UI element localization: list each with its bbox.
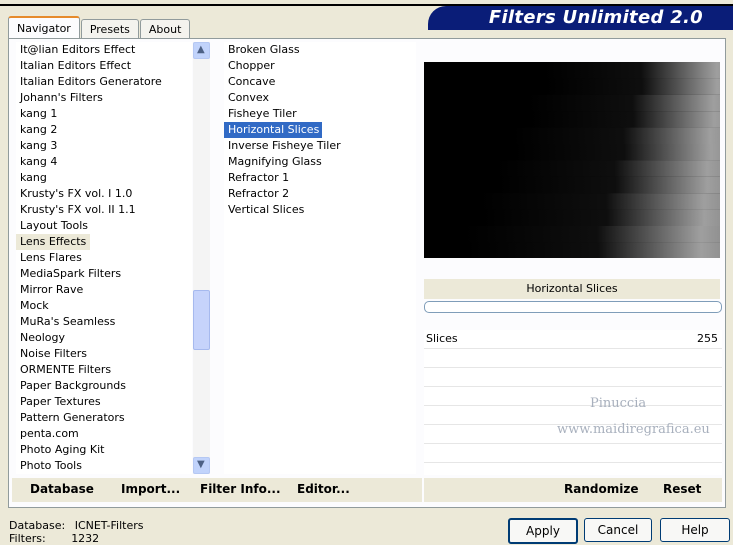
empty-row [424, 444, 722, 463]
filter-item[interactable]: Vertical Slices [224, 202, 416, 218]
category-item[interactable]: kang 3 [16, 138, 192, 154]
chevron-up-icon: ▲ [197, 44, 205, 55]
category-item[interactable]: Krusty's FX vol. II 1.1 [16, 202, 192, 218]
filter-item[interactable]: Refractor 2 [224, 186, 416, 202]
category-item[interactable]: Paper Textures [16, 394, 192, 410]
category-item[interactable]: Pattern Generators [16, 410, 192, 426]
tab-presets[interactable]: Presets [80, 19, 139, 39]
category-item[interactable]: Mock [16, 298, 192, 314]
category-item[interactable]: kang 1 [16, 106, 192, 122]
filter-item[interactable]: Inverse Fisheye Tiler [224, 138, 416, 154]
category-item[interactable]: MuRa's Seamless [16, 314, 192, 330]
category-scrollbar[interactable]: ▲ ▼ [193, 42, 210, 474]
randomize-button[interactable]: Randomize [564, 482, 638, 496]
editor-button[interactable]: Editor... [297, 482, 350, 496]
preview-slice [498, 176, 720, 194]
filter-item[interactable]: Concave [224, 74, 416, 90]
empty-row [424, 387, 722, 406]
filter-item[interactable]: Convex [224, 90, 416, 106]
filters-value: 1232 [71, 532, 100, 545]
category-item[interactable]: Photo Tools [16, 458, 192, 474]
category-item[interactable]: Lens Effects [16, 234, 91, 250]
progress-bar [424, 301, 722, 313]
database-button[interactable]: Database [30, 482, 94, 496]
category-item[interactable]: kang 2 [16, 122, 192, 138]
right-button-row: Randomize Reset [424, 478, 722, 502]
category-item[interactable]: kang 4 [16, 154, 192, 170]
preview-slice [546, 78, 720, 95]
status-database: Database: ICNET-Filters [9, 519, 143, 532]
category-item[interactable]: Layout Tools [16, 218, 192, 234]
watermark-line1: Pinuccia [590, 396, 647, 411]
category-item[interactable]: Italian Editors Generatore [16, 74, 192, 90]
preview-slice [480, 193, 720, 210]
category-item[interactable]: Krusty's FX vol. I 1.0 [16, 186, 192, 202]
empty-row [424, 349, 722, 368]
preview-slice [544, 62, 720, 79]
scroll-down-button[interactable]: ▼ [193, 457, 210, 474]
preview-slice [466, 242, 720, 258]
category-item[interactable]: Mirror Rave [16, 282, 192, 298]
preview-slice [482, 209, 720, 226]
preview-slice [528, 94, 720, 112]
filter-item[interactable]: Broken Glass [224, 42, 416, 58]
category-item[interactable]: Italian Editors Effect [16, 58, 192, 74]
preview-slice [530, 111, 720, 128]
watermark-line2: www.maidiregrafica.eu [557, 422, 710, 437]
filter-item[interactable]: Refractor 1 [224, 170, 416, 186]
database-value: ICNET-Filters [74, 519, 144, 532]
category-item[interactable]: MediaSpark Filters [16, 266, 192, 282]
apply-button[interactable]: Apply [508, 518, 578, 544]
parameter-label: Slices [426, 332, 458, 345]
tab-bar: Navigator Presets About [8, 16, 191, 40]
filter-item[interactable]: Magnifying Glass [224, 154, 416, 170]
category-item[interactable]: kang [16, 170, 192, 186]
scroll-up-button[interactable]: ▲ [193, 42, 210, 59]
filter-info-button[interactable]: Filter Info... [200, 482, 281, 496]
category-item[interactable]: penta.com [16, 426, 192, 442]
filter-item[interactable]: Fisheye Tiler [224, 106, 416, 122]
filters-label: Filters: [9, 532, 46, 545]
preview-slice [514, 144, 720, 161]
category-item[interactable]: Lens Flares [16, 250, 192, 266]
tab-about[interactable]: About [139, 19, 191, 39]
filter-item[interactable]: Horizontal Slices [224, 122, 323, 138]
database-label: Database: [9, 519, 66, 532]
empty-row [424, 368, 722, 387]
status-filters: Filters: 1232 [9, 532, 99, 545]
help-button[interactable]: Help [660, 518, 730, 542]
category-item[interactable]: Johann's Filters [16, 90, 192, 106]
tab-navigator[interactable]: Navigator [8, 16, 80, 40]
category-item[interactable]: ORMENTE Filters [16, 362, 192, 378]
parameter-value: 255 [697, 332, 718, 345]
preview-slice [512, 127, 720, 144]
category-list[interactable]: It@lian Editors Effect Italian Editors Ef… [16, 42, 192, 474]
filter-list[interactable]: Broken Glass Chopper Concave Convex Fisheye … [224, 42, 416, 474]
preview-slice [496, 160, 720, 177]
import-button[interactable]: Import... [121, 482, 180, 496]
filter-item[interactable]: Chopper [224, 58, 416, 74]
cancel-button[interactable]: Cancel [584, 518, 652, 542]
category-item[interactable]: Paper Backgrounds [16, 378, 192, 394]
category-item[interactable]: Noise Filters [16, 346, 192, 362]
preview-graphic [464, 62, 720, 258]
app-title: Filters Unlimited 2.0 [488, 7, 703, 28]
category-item[interactable]: Neology [16, 330, 192, 346]
scroll-thumb[interactable] [193, 290, 210, 350]
parameter-box: Slices 255 Pinuccia www.maidiregrafica.e… [424, 330, 722, 475]
title-banner: Filters Unlimited 2.0 [428, 6, 733, 30]
parameter-row[interactable]: Slices 255 [424, 330, 722, 349]
category-item[interactable]: It@lian Editors Effect [16, 42, 192, 58]
reset-button[interactable]: Reset [663, 482, 701, 496]
preview-image [424, 62, 720, 258]
preview-label: Horizontal Slices [424, 279, 720, 299]
category-item[interactable]: Photo Aging Kit [16, 442, 192, 458]
left-button-row: Database Import... Filter Info... Editor… [12, 478, 422, 502]
chevron-down-icon: ▼ [197, 459, 205, 470]
preview-slice [464, 226, 720, 243]
